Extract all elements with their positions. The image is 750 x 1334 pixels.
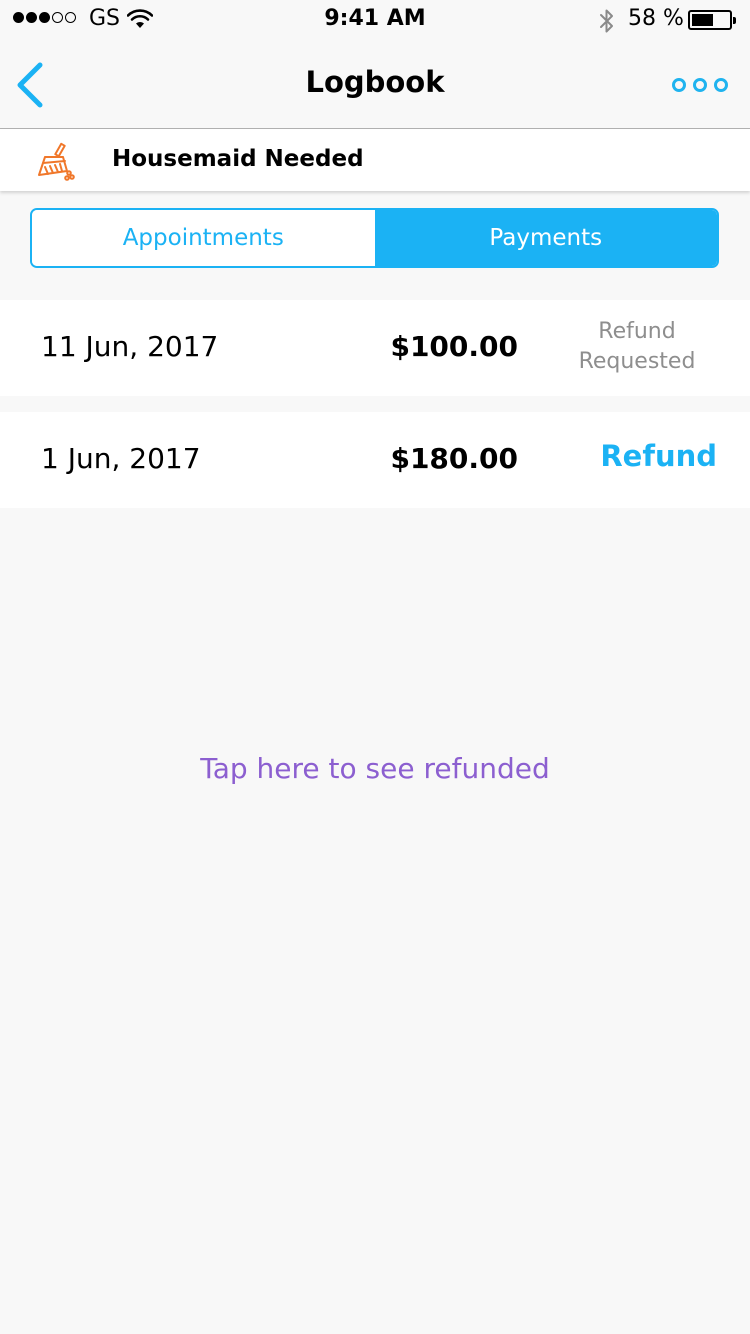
payment-date: 1 Jun, 2017 <box>41 442 201 475</box>
page-title: Logbook <box>305 65 445 99</box>
payment-amount: $180.00 <box>390 442 518 475</box>
tab-payments[interactable]: Payments <box>374 210 717 266</box>
broom-icon <box>36 141 78 187</box>
tab-appointments[interactable]: Appointments <box>32 210 375 266</box>
payment-row: 11 Jun, 2017 $100.00 Refund Requested <box>0 300 750 396</box>
payment-row: 1 Jun, 2017 $180.00 Refund <box>0 412 750 508</box>
status-bar: GS 9:41 AM 58 % <box>0 0 750 40</box>
job-title: Housemaid Needed <box>112 146 364 172</box>
battery-percentage: 58 % <box>628 6 684 31</box>
more-dots-icon <box>672 78 686 92</box>
navigation-bar: Logbook <box>0 40 750 129</box>
refund-button[interactable]: Refund <box>600 439 717 473</box>
payment-amount: $100.00 <box>390 330 518 363</box>
logbook-tabs: Appointments Payments <box>30 208 719 268</box>
see-refunded-link[interactable]: Tap here to see refunded <box>0 752 750 785</box>
more-options-button[interactable] <box>672 74 728 96</box>
job-header: Housemaid Needed <box>0 129 750 191</box>
payment-date: 11 Jun, 2017 <box>41 330 219 363</box>
bluetooth-icon <box>598 8 616 38</box>
refund-requested-status: Refund Requested <box>557 317 717 377</box>
status-line-1: Refund <box>598 319 676 344</box>
status-line-2: Requested <box>578 349 696 374</box>
battery-icon <box>688 10 736 30</box>
